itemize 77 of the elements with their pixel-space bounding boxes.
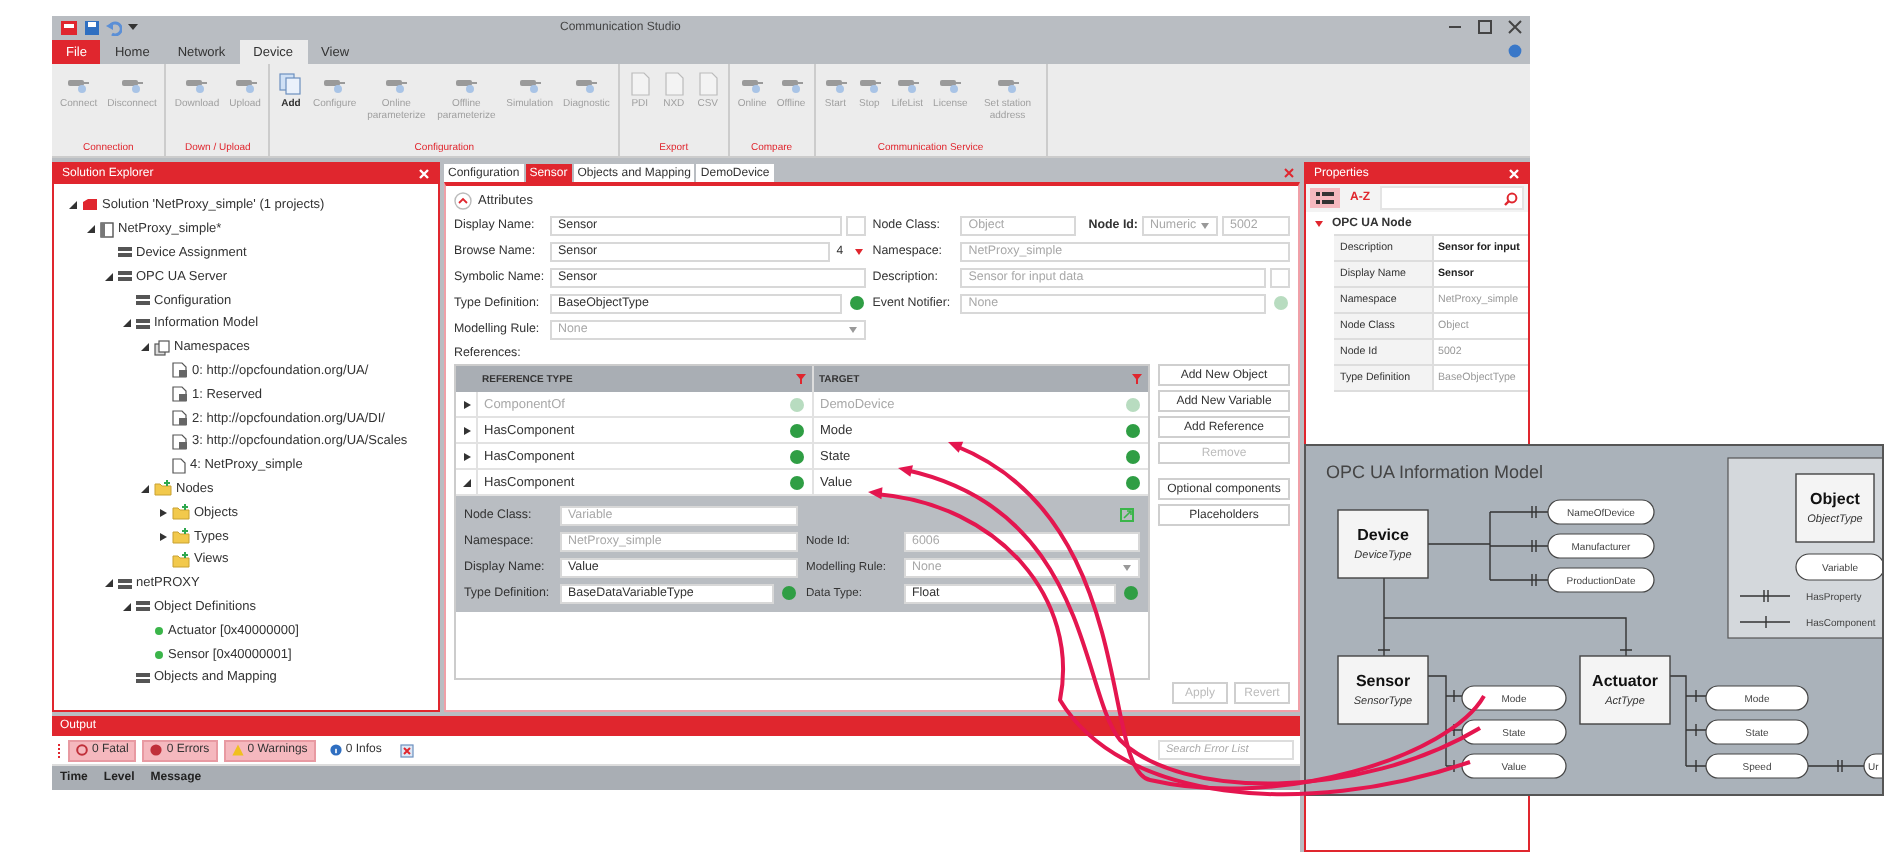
expand-toggle[interactable]: [139, 342, 149, 353]
pages-icon: [278, 72, 303, 96]
solution-icon: [82, 198, 98, 213]
document-icon: [172, 457, 186, 474]
folder-icon: [154, 480, 172, 497]
folder-icon: [172, 551, 190, 568]
info-icon: [329, 744, 342, 756]
expand-toggle[interactable]: [461, 425, 471, 435]
class-box: [1337, 655, 1429, 725]
document-icon: [627, 72, 652, 96]
expand-toggle[interactable]: [139, 483, 149, 494]
diagram-title: OPC UA Information Model: [1326, 462, 1544, 482]
legend-line: [1739, 589, 1791, 603]
search-icon: [1504, 191, 1518, 205]
browse-button[interactable]: [786, 420, 806, 440]
browse-button[interactable]: [1122, 446, 1142, 466]
maximize-icon[interactable]: [1478, 20, 1492, 34]
class-name: Sensor: [1355, 672, 1411, 690]
folder-icon: [172, 504, 190, 521]
save-icon[interactable]: [84, 19, 100, 35]
browse-button[interactable]: [1122, 472, 1142, 492]
expand-toggle[interactable]: [103, 271, 113, 282]
class-name: Object: [1810, 490, 1860, 508]
document-icon: [695, 72, 720, 96]
collapse-icon[interactable]: [454, 192, 472, 210]
browse-button[interactable]: [1122, 420, 1142, 440]
caret-icon[interactable]: [128, 22, 138, 32]
document-icon: [661, 72, 686, 96]
error-icon: [150, 744, 163, 756]
document-icon: [172, 362, 188, 379]
search-field[interactable]: [1380, 186, 1524, 210]
empty-field[interactable]: [1270, 267, 1290, 287]
bullet-icon: [154, 625, 164, 636]
close-icon[interactable]: [1284, 168, 1294, 178]
document-icon: [172, 433, 188, 450]
fatal-icon: [76, 744, 88, 756]
legend-line: [1739, 615, 1791, 629]
class-box: [1579, 655, 1671, 725]
clear-icon[interactable]: [399, 743, 414, 757]
folder-icon: [172, 528, 190, 545]
browse-button[interactable]: [786, 472, 806, 492]
document-icon: [172, 386, 188, 403]
namespaces-icon: [154, 339, 170, 356]
expand-toggle[interactable]: [461, 451, 471, 461]
warning-icon: [231, 744, 244, 756]
browse-button[interactable]: [846, 293, 867, 313]
expand-toggle[interactable]: [121, 318, 131, 329]
document-icon: [172, 410, 188, 427]
connector: [1667, 675, 1707, 773]
class-name: Device: [1357, 526, 1409, 544]
close-icon[interactable]: [1508, 20, 1522, 34]
class-box: [1337, 509, 1429, 579]
caret-icon: [848, 325, 859, 333]
bullet-icon: [154, 649, 164, 660]
module-icon: [136, 671, 150, 684]
caret-icon: [854, 247, 865, 255]
expand-toggle[interactable]: [157, 507, 167, 518]
expand-toggle[interactable]: [103, 578, 113, 589]
caret-icon: [1200, 221, 1210, 229]
connector: [1807, 759, 1865, 773]
module-icon: [118, 246, 132, 259]
app-icon[interactable]: [60, 19, 78, 35]
minimize-icon[interactable]: [1448, 20, 1462, 34]
class-name: Actuator: [1592, 672, 1658, 690]
expand-toggle[interactable]: [121, 601, 131, 612]
help-icon[interactable]: [1508, 44, 1522, 58]
connector: [1427, 675, 1463, 773]
expand-toggle[interactable]: [157, 531, 167, 542]
class-box: [1795, 473, 1875, 543]
caret-icon: [1122, 563, 1132, 571]
expand-toggle[interactable]: [85, 224, 95, 235]
expand-toggle[interactable]: [67, 200, 77, 211]
categorized-button[interactable]: [1310, 188, 1340, 208]
project-icon: [100, 221, 114, 238]
collapse-icon[interactable]: [1314, 219, 1324, 227]
expand-toggle[interactable]: [461, 477, 471, 487]
browse-button[interactable]: [786, 446, 806, 466]
